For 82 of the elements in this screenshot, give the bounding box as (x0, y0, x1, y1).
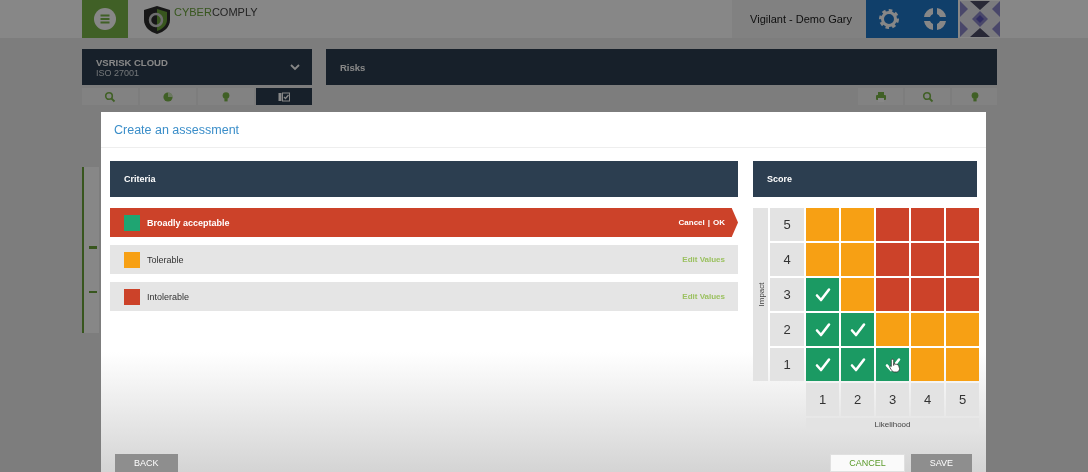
circle-quarters-icon (922, 6, 948, 32)
impact-value: 4 (770, 243, 804, 276)
impact-axis-label: Impact (756, 282, 765, 307)
matrix-cell[interactable] (806, 313, 839, 346)
matrix-cell[interactable] (806, 348, 839, 381)
modal-title: Create an assessment (101, 112, 986, 148)
project-title: VSRISK CLOUD (96, 56, 168, 68)
brand-name: CYBERCOMPLY (174, 6, 258, 18)
matrix-cell[interactable] (841, 348, 874, 381)
lightbulb-icon (220, 90, 232, 103)
color-swatch[interactable] (124, 251, 140, 268)
avatar-icon[interactable] (960, 1, 1000, 37)
settings-button[interactable] (866, 0, 912, 38)
criteria-label: Broadly acceptable (147, 217, 231, 228)
matrix-cell[interactable] (876, 208, 909, 241)
menu-icon (94, 8, 116, 30)
check-icon (884, 356, 901, 373)
impact-value: 5 (770, 208, 804, 241)
criteria-row[interactable]: Intolerable Edit Values (110, 282, 738, 311)
matrix-cell[interactable] (946, 348, 979, 381)
check-icon (814, 321, 831, 338)
matrix-cell[interactable] (841, 278, 874, 311)
panel-header: Criteria (110, 161, 738, 197)
matrix-cell[interactable] (876, 348, 909, 381)
likelihood-value: 5 (946, 383, 979, 416)
search-icon (104, 90, 116, 103)
chevron-down-icon (290, 63, 300, 71)
impact-value: 1 (770, 348, 804, 381)
matrix-cell[interactable] (911, 208, 944, 241)
matrix-cell[interactable] (841, 208, 874, 241)
matrix-cell[interactable] (876, 243, 909, 276)
panel-header: Score (753, 161, 977, 197)
user-name: Vigilant - Demo Gary (732, 0, 866, 38)
impact-value: 3 (770, 278, 804, 311)
checklist-icon (278, 90, 290, 103)
settings-icon (876, 6, 902, 32)
check-icon (849, 321, 866, 338)
matrix-cell[interactable] (841, 313, 874, 346)
matrix-cell[interactable] (911, 243, 944, 276)
hand-cursor-icon (889, 358, 901, 373)
matrix-cell[interactable] (946, 278, 979, 311)
impact-value: 2 (770, 313, 804, 346)
action-link[interactable]: OK (713, 218, 725, 227)
likelihood-value: 3 (876, 383, 909, 416)
likelihood-value: 4 (911, 383, 944, 416)
criteria-label: Intolerable (147, 291, 191, 302)
search-icon (921, 90, 934, 103)
project-subtitle: ISO 27001 (96, 67, 141, 78)
matrix-cell[interactable] (946, 208, 979, 241)
matrix-cell[interactable] (946, 243, 979, 276)
matrix-cell[interactable] (876, 278, 909, 311)
matrix-cell[interactable] (911, 313, 944, 346)
printer-icon (874, 90, 887, 103)
tool-button[interactable] (858, 88, 903, 105)
color-swatch[interactable] (124, 288, 140, 305)
footer-button[interactable]: CANCEL (830, 454, 905, 472)
likelihood-value: 1 (806, 383, 839, 416)
matrix-cell[interactable] (911, 348, 944, 381)
criteria-row[interactable]: Broadly acceptable Cancel | OK (110, 208, 738, 237)
matrix-cell[interactable] (876, 313, 909, 346)
help-button[interactable] (912, 0, 958, 38)
check-icon (849, 356, 866, 373)
separator: | (707, 218, 710, 227)
pie-chart-icon (162, 90, 174, 103)
page-title: Risks (326, 49, 997, 85)
matrix-cell[interactable] (946, 313, 979, 346)
check-icon (814, 286, 831, 303)
shield-logo-icon (143, 5, 171, 35)
likelihood-value: 2 (841, 383, 874, 416)
tool-button[interactable] (256, 88, 312, 105)
matrix-cell[interactable] (841, 243, 874, 276)
matrix-cell[interactable] (806, 208, 839, 241)
action-link[interactable]: Cancel (678, 218, 705, 227)
matrix-cell[interactable] (806, 243, 839, 276)
criteria-label: Tolerable (147, 254, 185, 265)
criteria-row[interactable]: Tolerable Edit Values (110, 245, 738, 274)
check-icon (814, 356, 831, 373)
matrix-cell[interactable] (911, 278, 944, 311)
matrix-cell[interactable] (806, 278, 839, 311)
color-swatch[interactable] (124, 214, 140, 231)
menu-button[interactable] (82, 0, 128, 38)
project-selector[interactable]: VSRISK CLOUD ISO 27001 (82, 49, 312, 85)
